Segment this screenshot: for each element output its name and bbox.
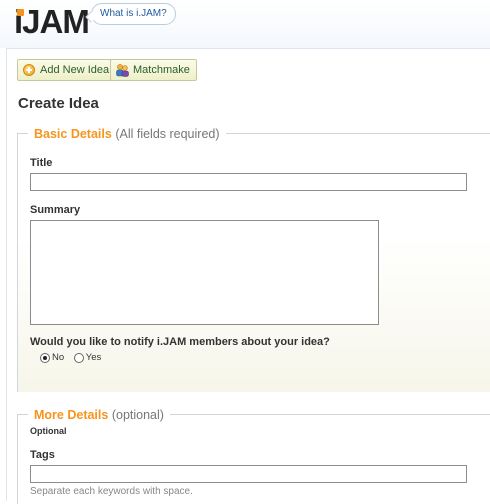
optional-label: Optional — [30, 426, 67, 436]
people-icon — [116, 64, 129, 77]
more-details-section: More Details (optional) Optional Tags Se… — [17, 406, 490, 504]
notify-no-radio[interactable] — [40, 352, 50, 363]
summary-textarea[interactable] — [30, 220, 379, 325]
basic-details-legend: Basic Details (All fields required) — [28, 125, 226, 143]
logo-dot — [17, 9, 24, 16]
main-content: Add New Idea Matchmake Create Idea Basic… — [6, 48, 490, 504]
logo-text: JAM — [22, 3, 90, 40]
add-new-idea-label: Add New Idea — [40, 64, 110, 76]
notify-yes-label: Yes — [85, 352, 102, 363]
top-bar: i JAM What is i.JAM? — [0, 0, 490, 48]
basic-details-section: Basic Details (All fields required) Titl… — [17, 125, 490, 392]
what-is-ijam-link[interactable]: What is i.JAM? — [91, 3, 176, 25]
tags-hint: Separate each keywords with space. — [30, 486, 193, 497]
notify-no-label: No — [52, 352, 65, 363]
tags-label: Tags — [30, 449, 55, 461]
summary-label: Summary — [30, 204, 81, 216]
more-details-heading: More Details — [34, 408, 109, 422]
notify-yes-radio[interactable] — [73, 352, 84, 363]
logo-i: i — [14, 3, 24, 40]
add-icon — [23, 64, 35, 76]
matchmake-button[interactable]: Matchmake — [110, 59, 197, 81]
basic-details-note: (All fields required) — [115, 127, 220, 141]
page-title: Create Idea — [18, 95, 99, 112]
notify-question: Would you like to notify i.JAM members a… — [30, 336, 330, 348]
tags-input[interactable] — [30, 465, 467, 483]
matchmake-label: Matchmake — [133, 64, 190, 76]
title-input[interactable] — [30, 173, 467, 191]
add-new-idea-button[interactable]: Add New Idea — [17, 59, 117, 81]
more-details-legend: More Details (optional) — [28, 406, 170, 424]
title-label: Title — [30, 157, 53, 169]
more-details-note: (optional) — [111, 408, 164, 422]
notify-radio-group: No Yes — [40, 352, 108, 363]
basic-details-heading: Basic Details — [34, 127, 112, 141]
ijam-logo[interactable]: i JAM — [14, 3, 90, 40]
